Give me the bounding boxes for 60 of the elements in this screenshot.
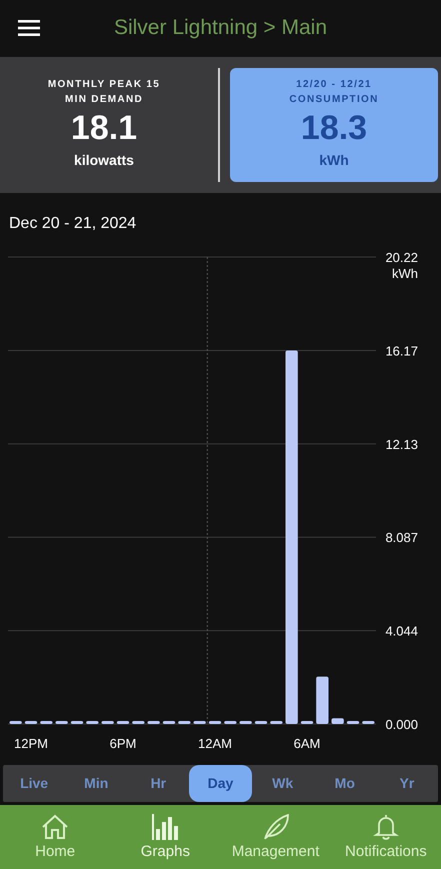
chart-bar bbox=[208, 720, 222, 724]
chart-bar bbox=[162, 720, 176, 724]
card-label: MONTHLY PEAK 15 MIN DEMAND bbox=[46, 78, 162, 108]
axis-unit-label: kWh bbox=[392, 266, 418, 281]
card-label: 12/20 - 12/21 CONSUMPTION bbox=[288, 78, 380, 108]
axis-tick-label: 8.087 bbox=[385, 530, 418, 545]
home-icon bbox=[41, 814, 70, 840]
summary-card[interactable]: MONTHLY PEAK 15 MIN DEMAND 18.1 kilowatts bbox=[0, 68, 208, 182]
period-tab[interactable]: Hr bbox=[127, 764, 190, 802]
nav-item[interactable]: Notifications bbox=[330, 804, 441, 869]
chart-bar bbox=[10, 720, 22, 724]
screen-title: Silver Lightning > Main bbox=[112, 16, 328, 40]
chart-bar bbox=[254, 720, 268, 724]
axis-tick-label: 4.044 bbox=[385, 623, 418, 638]
axis-tick-label: 0.000 bbox=[385, 716, 418, 732]
summary-card[interactable]: 12/20 - 12/21 CONSUMPTION 18.3 kWh bbox=[230, 68, 438, 182]
period-tab[interactable]: Mo bbox=[314, 764, 376, 802]
period-tab[interactable]: Wk bbox=[252, 764, 314, 802]
axis-tick-label: 12.13 bbox=[385, 436, 418, 452]
chart-bar bbox=[194, 720, 206, 724]
chart-bar bbox=[148, 720, 160, 724]
chart-bar bbox=[116, 720, 130, 724]
nav-item[interactable]: Management bbox=[220, 804, 331, 869]
period-tab[interactable]: Live bbox=[3, 764, 66, 802]
chart-bar bbox=[56, 720, 68, 724]
chart-bar bbox=[132, 720, 144, 724]
period-tab[interactable]: Min bbox=[65, 764, 128, 802]
chart-bar bbox=[70, 720, 84, 724]
card-unit: kilowatts bbox=[74, 152, 134, 168]
chart-bar bbox=[362, 720, 374, 724]
chart-bar bbox=[270, 720, 282, 724]
axis-tick-label: 20.22 bbox=[385, 250, 418, 265]
axis-tick-label: 6AM bbox=[294, 736, 320, 751]
menu-icon[interactable] bbox=[18, 19, 40, 38]
chart-bar bbox=[240, 720, 252, 724]
chart-bar bbox=[24, 720, 38, 724]
period-tab[interactable]: Day bbox=[189, 764, 252, 802]
chart-bar bbox=[316, 676, 328, 724]
nav-item[interactable]: Graphs bbox=[110, 804, 220, 869]
chart-bar bbox=[178, 720, 190, 724]
card-value: 18.3 bbox=[300, 109, 368, 148]
chart-bar bbox=[224, 720, 236, 724]
chart-bar bbox=[102, 720, 114, 724]
chart-bar bbox=[332, 718, 344, 724]
period-tab[interactable]: Yr bbox=[376, 764, 438, 802]
axis-tick-label: 12AM bbox=[198, 736, 232, 751]
axis-tick-label: 6PM bbox=[110, 736, 136, 751]
card-value: 18.1 bbox=[70, 109, 138, 148]
bar-chart-icon bbox=[151, 814, 180, 840]
leaf-icon bbox=[262, 814, 290, 840]
bell-icon bbox=[372, 814, 400, 840]
axis-tick-label: 12PM bbox=[14, 736, 48, 751]
chart-bar bbox=[300, 720, 314, 724]
chart-bar bbox=[40, 720, 52, 724]
chart-bar bbox=[86, 720, 98, 724]
chart-title: Dec 20 - 21, 2024 bbox=[8, 214, 138, 234]
chart-bar bbox=[346, 720, 360, 724]
nav-item[interactable]: Home bbox=[0, 804, 110, 869]
card-unit: kWh bbox=[319, 152, 349, 168]
axis-tick-label: 16.17 bbox=[385, 343, 418, 358]
